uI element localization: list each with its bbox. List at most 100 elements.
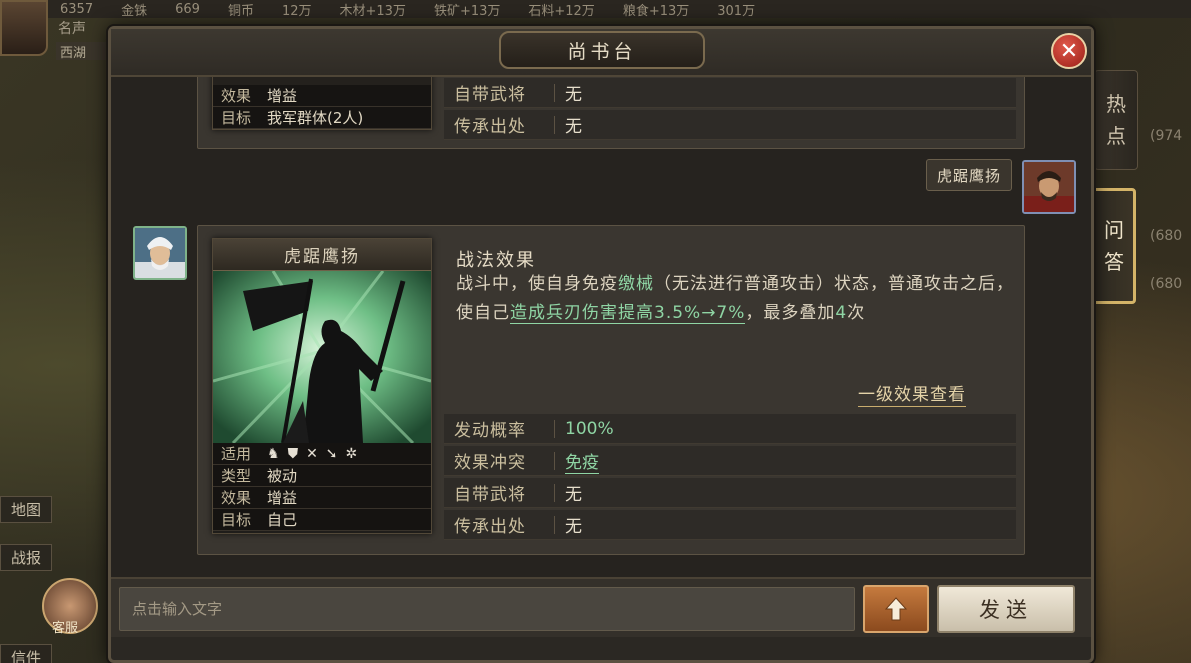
- attr-value: 100%: [565, 418, 614, 439]
- shield-icon: ⛊: [287, 445, 299, 462]
- divider: [554, 419, 555, 438]
- user-message-text: 虎踞鹰扬: [937, 166, 1002, 185]
- skill-info-target: 目标 我军群体(2人): [213, 107, 431, 129]
- info-key: 效果: [221, 87, 252, 105]
- message-input-bar: 发送: [111, 577, 1091, 637]
- resource-value: 6357: [60, 1, 94, 17]
- tab-hot-topics[interactable]: 热 点: [1094, 70, 1138, 170]
- skill-name-plate: 虎踞鹰扬: [213, 239, 431, 271]
- divider: [554, 115, 555, 134]
- attr-value: 无: [565, 117, 582, 137]
- resource-value: 669: [175, 1, 200, 17]
- previous-answer-card: 效果 增益 目标 我军群体(2人) 自带武将 无 传承出处 无: [197, 77, 1025, 149]
- map-button[interactable]: 地图: [0, 496, 53, 523]
- resource-value: 粮食+13万: [622, 3, 690, 19]
- message-input[interactable]: [119, 587, 855, 631]
- divider: [554, 83, 555, 102]
- resource-value: 石料+12万: [528, 3, 595, 19]
- attr-value: 无: [565, 485, 582, 505]
- general-portrait-icon: [135, 228, 185, 278]
- resource-bar: 6357 金铢 669 铜币 12万 木材+13万 铁矿+13万 石料+12万 …: [0, 0, 1191, 19]
- tab-label: 问 答: [1104, 218, 1124, 274]
- cavalry-icon: ♞: [267, 445, 280, 462]
- battle-report-button[interactable]: 战报: [0, 544, 53, 571]
- effect-title: 战法效果: [456, 250, 536, 271]
- conflict-link[interactable]: 免疫: [565, 448, 599, 474]
- mail-button[interactable]: 信件: [0, 644, 53, 663]
- resource-label: 金铢: [121, 3, 148, 19]
- player-location: 西湖: [56, 42, 110, 61]
- desc-text: ，最多叠加: [745, 303, 836, 323]
- info-value: 增益: [267, 489, 298, 507]
- attr-key: 传承出处: [454, 117, 526, 137]
- tab-label: 热 点: [1106, 92, 1126, 148]
- spear-icon: ➘: [325, 445, 338, 462]
- troop-type-icons: ♞ ⛊ ✕ ➘ ✲: [267, 446, 357, 462]
- siege-icon: ✲: [345, 445, 358, 462]
- arrow-up-icon[interactable]: [863, 585, 929, 633]
- effect-keyword-link[interactable]: 造成兵刃伤害提高3.5%→7%: [510, 303, 746, 324]
- skill-info-type: 类型 被动: [213, 465, 431, 487]
- attr-row-own-general: 自带武将 无: [444, 478, 1016, 508]
- resource-label: 铜币: [227, 3, 254, 19]
- info-key: 目标: [221, 109, 252, 127]
- user-avatar[interactable]: [1022, 160, 1076, 214]
- resource-value: 301万: [717, 3, 756, 19]
- info-value: 增益: [267, 87, 298, 105]
- attr-key: 发动概率: [454, 421, 526, 441]
- map-coordinate: (680: [1150, 276, 1183, 292]
- skill-artwork: [213, 271, 431, 443]
- attr-key: 自带武将: [454, 85, 526, 105]
- status-keyword-link[interactable]: 缴械: [618, 274, 654, 294]
- warrior-silhouette-illustration: [213, 271, 431, 443]
- skill-name: 虎踞鹰扬: [284, 247, 360, 267]
- attr-row-own-general: 自带武将 无: [444, 78, 1016, 108]
- info-key: 目标: [221, 511, 252, 529]
- skill-answer-card: 虎踞鹰扬 适用 ♞ ⛊ ✕ ➘ ✲ 类型 被动 效果 增益 目标 自己 战法效果…: [197, 225, 1025, 555]
- general-portrait-icon: [1024, 162, 1074, 212]
- skill-panel: 虎踞鹰扬 适用 ♞ ⛊ ✕ ➘ ✲ 类型 被动 效果 增益 目标 自己: [212, 238, 432, 534]
- dialog-header: 尚书台 ✕: [111, 29, 1091, 77]
- send-button[interactable]: 发送: [937, 585, 1075, 633]
- user-message-bubble: 虎踞鹰扬: [926, 159, 1013, 191]
- effect-description: 战斗中，使自身免疫缴械（无法进行普通攻击）状态，普通攻击之后，使自己造成兵刃伤害…: [456, 270, 1016, 328]
- info-key: 类型: [221, 467, 252, 485]
- resource-value: 12万: [281, 3, 312, 19]
- close-icon[interactable]: ✕: [1051, 33, 1087, 69]
- divider: [554, 515, 555, 534]
- level-one-effect-link[interactable]: 一级效果查看: [858, 380, 966, 407]
- attr-row-trigger-rate: 发动概率 100%: [444, 414, 1016, 444]
- tab-qa[interactable]: 问 答: [1092, 188, 1136, 304]
- attr-value: 无: [565, 85, 582, 105]
- divider: [554, 483, 555, 502]
- info-value: 我军群体(2人): [267, 109, 364, 127]
- info-key: 效果: [221, 489, 252, 507]
- desc-number: 4: [835, 303, 848, 323]
- skill-info-effect: 效果 增益: [213, 487, 431, 509]
- attr-key: 自带武将: [454, 485, 526, 505]
- info-key: 适用: [221, 445, 252, 463]
- map-coordinate: (680: [1150, 228, 1183, 244]
- customer-service-label[interactable]: 客服: [52, 617, 78, 636]
- desc-text: 战斗中，使自身免疫: [456, 274, 618, 294]
- player-avatar[interactable]: [0, 0, 48, 56]
- chat-history[interactable]: 效果 增益 目标 我军群体(2人) 自带武将 无 传承出处 无 虎踞鹰扬 虎踞鹰…: [111, 77, 1091, 577]
- shangshutai-dialog: 尚书台 ✕ 效果 增益 目标 我军群体(2人) 自带武将 无 传承出处 无 虎踞…: [108, 26, 1094, 663]
- skill-info-target: 目标 自己: [213, 509, 431, 531]
- dialog-title: 尚书台: [499, 31, 705, 69]
- attr-row-inherit-source: 传承出处 无: [444, 110, 1016, 140]
- attr-key: 传承出处: [454, 517, 526, 537]
- skill-info-troops: 适用 ♞ ⛊ ✕ ➘ ✲: [213, 443, 431, 465]
- attr-row-effect-conflict: 效果冲突 免疫: [444, 446, 1016, 476]
- skill-info-effect: 效果 增益: [213, 85, 431, 107]
- resource-value: 铁矿+13万: [433, 3, 501, 19]
- player-fame-label: 名声: [58, 21, 86, 37]
- divider: [554, 451, 555, 470]
- resource-value: 木材+13万: [339, 3, 406, 19]
- info-value: 被动: [267, 467, 298, 485]
- desc-text: 次: [847, 303, 866, 323]
- assistant-avatar[interactable]: [133, 226, 187, 280]
- attr-row-inherit-source: 传承出处 无: [444, 510, 1016, 540]
- attr-value: 无: [565, 517, 582, 537]
- previous-skill-panel: 效果 增益 目标 我军群体(2人): [212, 77, 432, 130]
